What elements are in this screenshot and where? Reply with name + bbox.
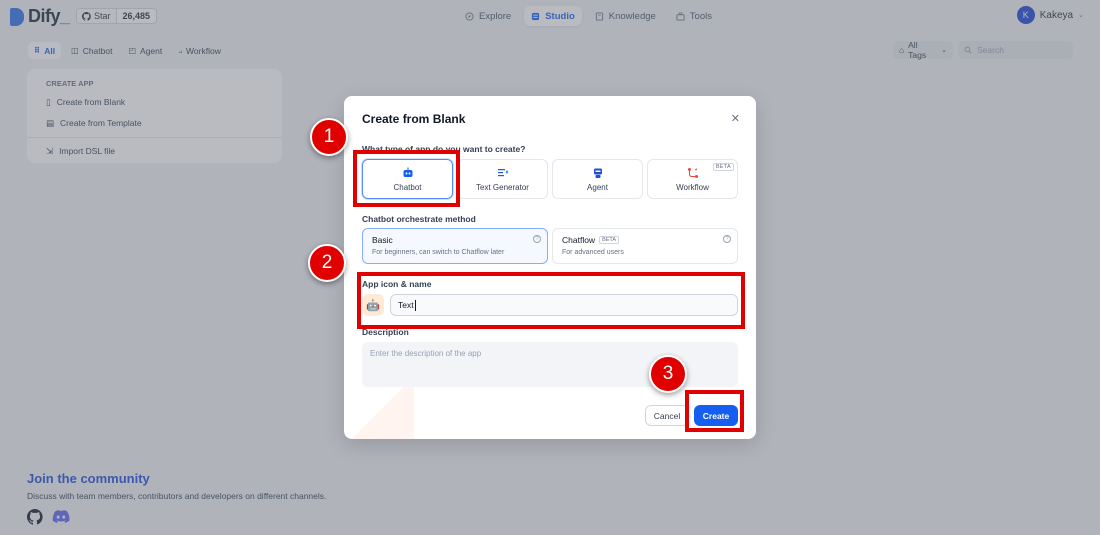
step-badge-2: 2	[308, 244, 346, 282]
help-icon[interactable]: ?	[533, 235, 541, 243]
step-badge-1: 1	[310, 118, 348, 156]
workflow-icon	[687, 167, 698, 178]
type-workflow-card[interactable]: BETA Workflow	[647, 159, 738, 199]
method-chatflow-title: Chatflow	[562, 235, 596, 245]
highlight-box-3	[685, 390, 744, 432]
highlight-box-1	[353, 150, 460, 207]
method-chatflow-desc: For advanced users	[562, 249, 624, 256]
cancel-button[interactable]: Cancel	[645, 405, 689, 426]
method-basic-title: Basic	[372, 235, 393, 245]
method-chatflow-card[interactable]: Chatflow BETA For advanced users ?	[552, 228, 738, 264]
create-from-blank-dialog: Create from Blank ✕ What type of app do …	[344, 96, 756, 439]
agent-icon	[593, 168, 602, 178]
description-placeholder: Enter the description of the app	[370, 349, 482, 358]
method-basic-card[interactable]: Basic For beginners, can switch to Chatf…	[362, 228, 548, 264]
beta-badge: BETA	[599, 236, 620, 244]
method-basic-desc: For beginners, can switch to Chatflow la…	[372, 249, 505, 256]
beta-badge: BETA	[712, 163, 734, 171]
text-generator-icon	[497, 168, 508, 176]
orchestrate-method-label: Chatbot orchestrate method	[362, 214, 476, 224]
close-icon[interactable]: ✕	[731, 112, 740, 125]
decorative-shape	[344, 384, 414, 439]
help-icon[interactable]: ?	[723, 235, 731, 243]
step-badge-3: 3	[649, 355, 687, 393]
type-agent-card[interactable]: Agent	[552, 159, 643, 199]
highlight-box-2	[357, 272, 745, 329]
type-text-generator-card[interactable]: Text Generator	[457, 159, 548, 199]
dialog-title: Create from Blank	[362, 112, 466, 126]
